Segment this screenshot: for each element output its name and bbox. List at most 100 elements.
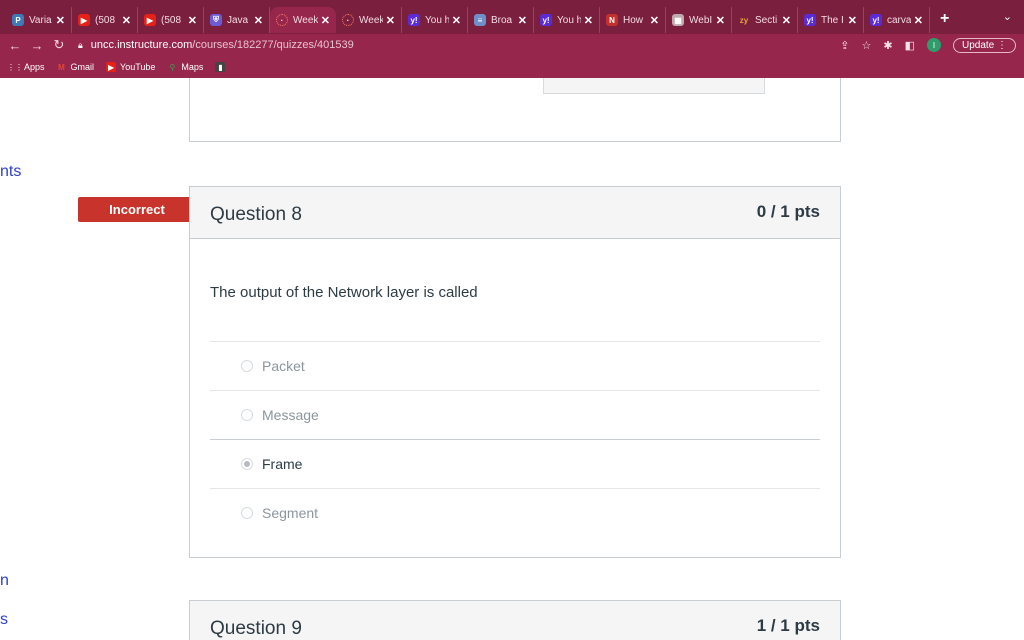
canvas-icon: ·: [276, 14, 288, 26]
back-icon[interactable]: ←: [4, 38, 26, 53]
previous-answer-field: [543, 78, 765, 94]
yahoo-icon: y!: [870, 14, 882, 26]
close-tab-icon[interactable]: ✕: [716, 14, 725, 27]
bookmark-gmail[interactable]: M Gmail: [57, 62, 94, 72]
url-host: uncc.instructure.com: [90, 39, 193, 51]
url-path: /courses/182277/quizzes/401539: [192, 39, 354, 51]
star-icon[interactable]: ☆: [861, 39, 871, 52]
new-tab-icon[interactable]: +: [940, 10, 949, 28]
question-text: The output of the Network layer is calle…: [210, 284, 478, 301]
sidebar-fragment[interactable]: nts: [0, 163, 21, 181]
close-tab-icon[interactable]: ✕: [386, 14, 395, 27]
question-title: Question 8: [210, 204, 302, 225]
n-logo-icon: N: [606, 14, 618, 26]
bookmark-folder[interactable]: ▮: [215, 62, 226, 72]
close-tab-icon[interactable]: ✕: [848, 14, 857, 27]
update-button[interactable]: Update ⋮: [952, 37, 1016, 53]
reload-icon[interactable]: ↻: [48, 37, 70, 53]
browser-tab-bar: P Varia ✕ ▶ (508 ✕ ▶ (508 ✕ ⛨ Java ✕ · Week ✕ · Wee…: [0, 0, 1024, 34]
document-icon: ≡: [474, 14, 486, 26]
menu-dots-icon: ⋮: [997, 39, 1007, 51]
python-icon: P: [12, 14, 24, 26]
incorrect-badge: Incorrect: [78, 197, 206, 222]
close-tab-icon[interactable]: ✕: [56, 14, 65, 27]
answer-label: Segment: [262, 505, 319, 521]
address-bar[interactable]: 🔒︎ uncc.instructure.com/courses/182277/q…: [78, 36, 938, 54]
bookmark-youtube[interactable]: ▶ YouTube: [106, 62, 155, 72]
forward-icon[interactable]: →: [26, 38, 48, 53]
browser-tab[interactable]: y! The I ✕: [798, 7, 864, 33]
question-header: Question 9 1 / 1 pts: [190, 601, 840, 640]
close-tab-icon[interactable]: ✕: [122, 14, 131, 27]
window-icon[interactable]: ◧: [905, 39, 915, 52]
yahoo-icon: y!: [804, 14, 816, 26]
radio-button[interactable]: [241, 507, 253, 519]
canvas-icon: ·: [342, 14, 354, 26]
browser-tab[interactable]: ▶ (508 ✕: [72, 7, 138, 33]
close-tab-icon[interactable]: ✕: [914, 14, 923, 27]
close-tab-icon[interactable]: ✕: [254, 14, 263, 27]
browser-tab[interactable]: ▦ WebI ✕: [666, 7, 732, 33]
answer-label: Frame: [262, 456, 303, 472]
toolbar-actions: ⇪ ☆ ✱ ◧ I Update ⋮: [840, 34, 1016, 56]
yahoo-icon: y!: [540, 14, 552, 26]
browser-tab[interactable]: y! You h ✕: [534, 7, 600, 33]
bookmark-icon: ▮: [215, 62, 226, 72]
yahoo-icon: y!: [408, 14, 420, 26]
previous-question-box: [189, 78, 841, 142]
bookmark-maps[interactable]: ⚲ Maps: [167, 62, 203, 72]
extensions-icon[interactable]: ✱: [883, 39, 892, 52]
lock-icon: 🔒︎: [78, 39, 83, 50]
profile-avatar[interactable]: I: [926, 38, 941, 52]
question-points: 0 / 1 pts: [756, 202, 820, 221]
browser-tab[interactable]: P Varia ✕: [6, 7, 72, 33]
book-icon: ▦: [672, 14, 684, 26]
chevron-down-icon[interactable]: ⌄: [1003, 10, 1012, 23]
browser-tab[interactable]: y! You h ✕: [402, 7, 468, 33]
close-tab-icon[interactable]: ✕: [321, 14, 330, 27]
radio-button[interactable]: [241, 409, 253, 421]
question-8-box: Question 8 0 / 1 pts The output of the N…: [189, 186, 841, 558]
browser-tab-active[interactable]: · Week ✕: [270, 7, 336, 33]
close-tab-icon[interactable]: ✕: [518, 14, 527, 27]
browser-toolbar: ← → ↻ 🔒︎ uncc.instructure.com/courses/18…: [0, 34, 1024, 56]
zybooks-icon: zy: [739, 15, 749, 25]
close-tab-icon[interactable]: ✕: [188, 14, 197, 27]
question-header: Question 8 0 / 1 pts: [190, 187, 840, 239]
browser-tab[interactable]: ⛨ Java ✕: [204, 7, 270, 33]
share-icon[interactable]: ⇪: [840, 39, 849, 52]
answer-option[interactable]: Segment: [210, 488, 820, 537]
answer-option-selected[interactable]: Frame: [210, 439, 820, 488]
grid-icon: ⋮⋮: [7, 62, 23, 72]
answer-label: Packet: [262, 358, 305, 374]
radio-button[interactable]: [241, 360, 253, 372]
youtube-icon: ▶: [78, 14, 90, 26]
answer-option[interactable]: Message: [210, 390, 820, 439]
question-title: Question 9: [210, 618, 302, 639]
sidebar-fragment[interactable]: s: [0, 611, 8, 629]
quiz-page: nts n s Incorrect Question 8 0 / 1 pts T…: [0, 78, 1024, 640]
browser-tab[interactable]: N How ✕: [600, 7, 666, 33]
close-tab-icon[interactable]: ✕: [452, 14, 461, 27]
browser-tab[interactable]: y! carva ✕: [864, 7, 930, 33]
radio-button-selected[interactable]: [241, 458, 253, 470]
shield-icon: ⛨: [210, 14, 222, 26]
browser-tab[interactable]: · Week ✕: [336, 7, 402, 33]
close-tab-icon[interactable]: ✕: [650, 14, 659, 27]
sidebar-fragment[interactable]: n: [0, 572, 9, 590]
answer-option[interactable]: Packet: [210, 341, 820, 390]
browser-tab[interactable]: zy Secti ✕: [732, 7, 798, 33]
close-tab-icon[interactable]: ✕: [584, 14, 593, 27]
question-points: 1 / 1 pts: [756, 616, 820, 635]
browser-tab[interactable]: ≡ Broa ✕: [468, 7, 534, 33]
bookmark-apps[interactable]: ⋮⋮ Apps: [7, 62, 45, 72]
youtube-icon: ▶: [106, 62, 117, 72]
browser-tab[interactable]: ▶ (508 ✕: [138, 7, 204, 33]
gmail-icon: M: [58, 62, 65, 72]
maps-icon: ⚲: [169, 62, 176, 72]
youtube-icon: ▶: [144, 14, 156, 26]
question-9-box: Question 9 1 / 1 pts: [189, 600, 841, 640]
answer-label: Message: [262, 407, 319, 423]
bookmarks-bar: ⋮⋮ Apps M Gmail ▶ YouTube ⚲ Maps ▮: [0, 56, 1024, 78]
close-tab-icon[interactable]: ✕: [782, 14, 791, 27]
